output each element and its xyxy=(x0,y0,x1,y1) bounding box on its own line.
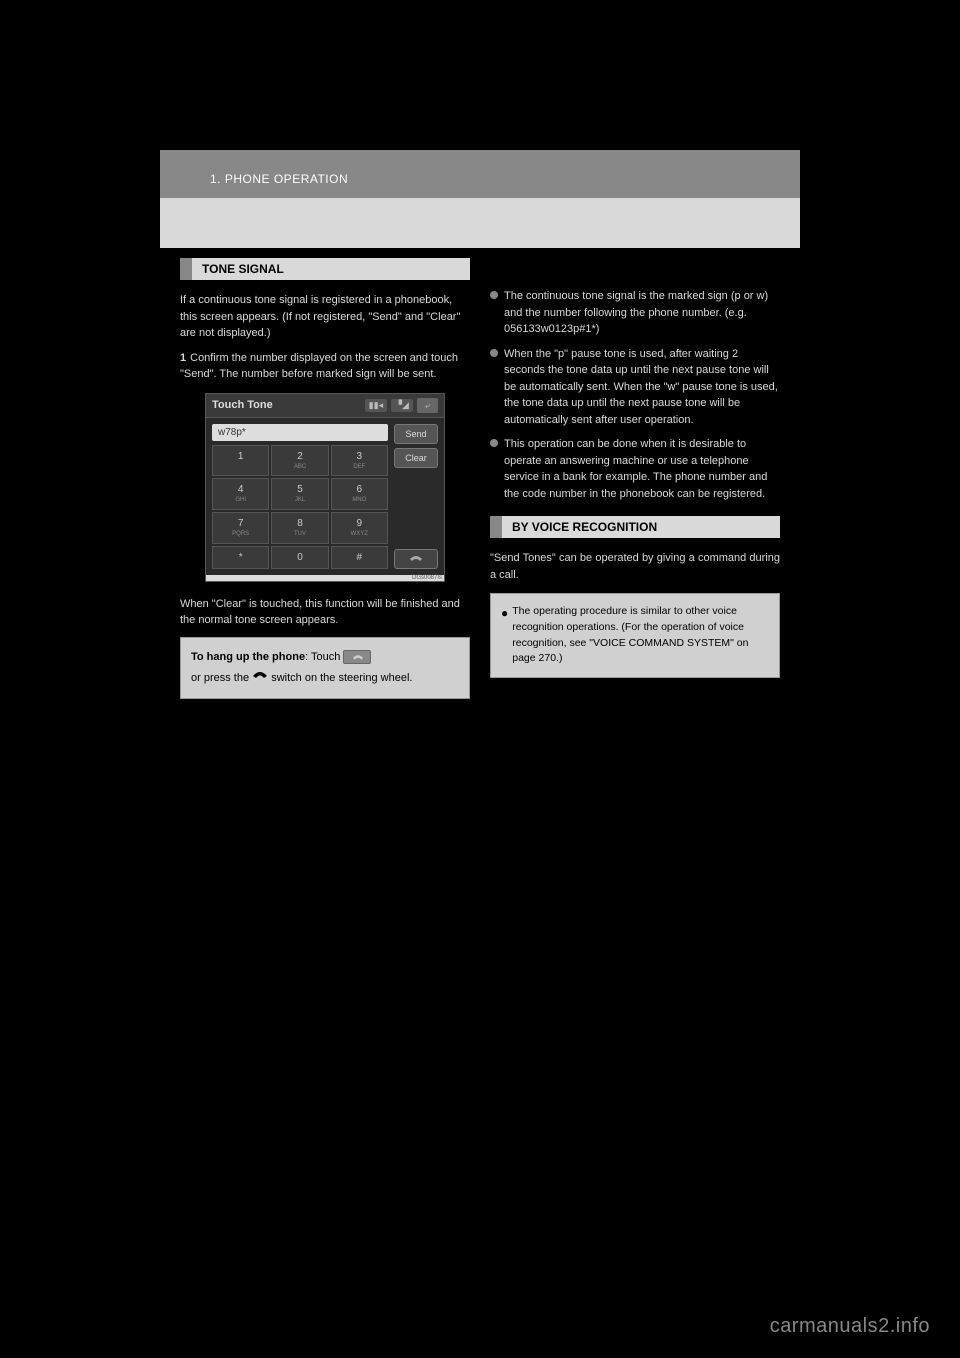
intro-paragraph-2: 1Confirm the number displayed on the scr… xyxy=(180,350,470,383)
bullet-dot-icon: ● xyxy=(501,604,508,667)
right-column: The continuous tone signal is the marked… xyxy=(490,258,780,699)
bullet-3: This operation can be done when it is de… xyxy=(490,436,780,502)
phone-hangup-icon xyxy=(252,668,268,688)
hangup-info-box: To hang up the phone: Touch or press the… xyxy=(180,637,470,699)
screen-header: Touch Tone ▮▮◂ ▝◢ ⤶ xyxy=(206,394,444,418)
touch-tone-screen: Touch Tone ▮▮◂ ▝◢ ⤶ w78p* 1 2ABC 3DEF xyxy=(205,393,445,582)
key-hash[interactable]: # xyxy=(331,546,388,569)
key-7[interactable]: 7PQRS xyxy=(212,512,269,544)
key-2[interactable]: 2ABC xyxy=(271,445,328,477)
hangup-touch-icon xyxy=(343,650,371,664)
image-code: DGs0087Is xyxy=(412,575,442,581)
key-0[interactable]: 0 xyxy=(271,546,328,569)
key-1[interactable]: 1 xyxy=(212,445,269,477)
number-display: w78p* xyxy=(212,424,388,441)
key-5[interactable]: 5JKL xyxy=(271,478,328,510)
section-tab xyxy=(490,516,502,538)
bullet-1: The continuous tone signal is the marked… xyxy=(490,288,780,338)
intro-paragraph-1: If a continuous tone signal is registere… xyxy=(180,292,470,342)
keypad: 1 2ABC 3DEF 4GHI 5JKL 6MNO 7PQRS 8TUV 9W… xyxy=(212,445,388,569)
bullet-2: When the "p" pause tone is used, after w… xyxy=(490,346,780,429)
bullet-icon xyxy=(490,439,498,447)
bullet-icon xyxy=(490,349,498,357)
section-breadcrumb: 1. PHONE OPERATION xyxy=(160,150,800,198)
key-star[interactable]: * xyxy=(212,546,269,569)
bullet-icon xyxy=(490,291,498,299)
left-column: TONE SIGNAL If a continuous tone signal … xyxy=(180,258,470,699)
hangup-button[interactable] xyxy=(394,549,438,569)
section-tab xyxy=(180,258,192,280)
tone-signal-title: TONE SIGNAL xyxy=(192,258,470,280)
header-spacer xyxy=(160,198,800,248)
voice-recognition-header: BY VOICE RECOGNITION xyxy=(490,516,780,538)
signal-icon: ▝◢ xyxy=(391,399,413,412)
key-6[interactable]: 6MNO xyxy=(331,478,388,510)
key-3[interactable]: 3DEF xyxy=(331,445,388,477)
key-9[interactable]: 9WXYZ xyxy=(331,512,388,544)
send-button[interactable]: Send xyxy=(394,424,438,444)
voice-note-box: ● The operating procedure is similar to … xyxy=(490,593,780,678)
tone-signal-header: TONE SIGNAL xyxy=(180,258,470,280)
voice-recognition-title: BY VOICE RECOGNITION xyxy=(502,516,780,538)
key-4[interactable]: 4GHI xyxy=(212,478,269,510)
step-number: 1 xyxy=(180,352,186,364)
screen-title: Touch Tone xyxy=(212,399,273,411)
after-screen-text: When "Clear" is touched, this function w… xyxy=(180,596,470,629)
watermark: carmanuals2.info xyxy=(770,1315,930,1338)
voice-intro-text: "Send Tones" can be operated by giving a… xyxy=(490,550,780,583)
clear-button[interactable]: Clear xyxy=(394,448,438,468)
back-button[interactable]: ⤶ xyxy=(417,398,438,413)
key-8[interactable]: 8TUV xyxy=(271,512,328,544)
battery-icon: ▮▮◂ xyxy=(365,399,387,412)
